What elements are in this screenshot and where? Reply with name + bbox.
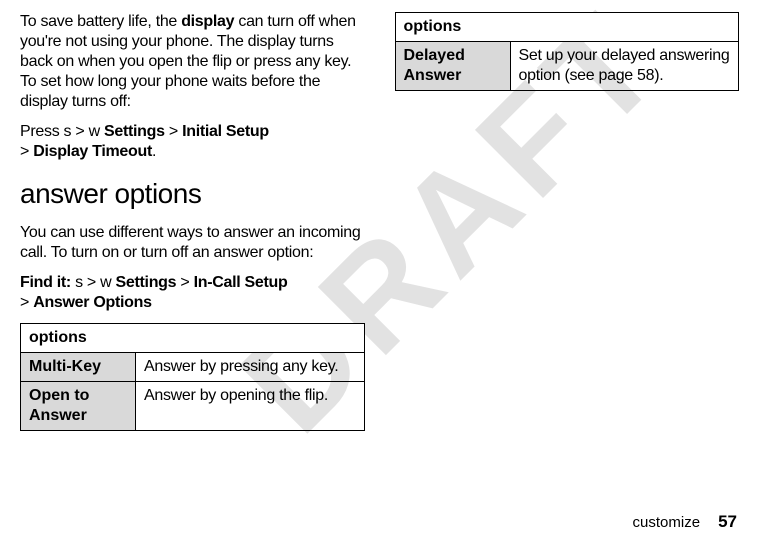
find-it-label: Find it: [20, 274, 75, 291]
find-it-line: Find it: s > w Settings > In-Call Setup … [20, 273, 365, 313]
center-key-icon: s [75, 274, 83, 291]
text-span: Press [20, 123, 64, 140]
text-span: > [20, 294, 33, 311]
option-name-open: Open to Answer [21, 382, 136, 431]
display-timeout-label: Display Timeout [33, 143, 152, 160]
right-column: options Delayed Answer Set up your delay… [395, 12, 740, 431]
text-span: > [83, 274, 100, 291]
options-table-right: options Delayed Answer Set up your delay… [395, 12, 740, 91]
text-span: > [176, 274, 193, 291]
table-row: Open to Answer Answer by opening the fli… [21, 382, 365, 431]
options-header: options [21, 324, 365, 353]
options-header: options [395, 13, 739, 42]
page-content: To save battery life, the display can tu… [0, 0, 759, 431]
incall-setup-label: In-Call Setup [194, 274, 288, 291]
option-desc: Answer by pressing any key. [136, 353, 365, 382]
answer-options-label: Answer Options [33, 294, 151, 311]
options-table-left: options Multi-Key Answer by pressing any… [20, 323, 365, 431]
table-row: Multi-Key Answer by pressing any key. [21, 353, 365, 382]
page-footer: customize 57 [633, 512, 737, 532]
left-column: To save battery life, the display can tu… [20, 12, 365, 431]
press-line: Press s > w Settings > Initial Setup > D… [20, 122, 365, 162]
option-desc: Set up your delayed answering option (se… [510, 42, 739, 91]
text-span: To save battery life, the [20, 13, 181, 30]
option-desc: Answer by opening the flip. [136, 382, 365, 431]
option-name-delayed: Delayed Answer [395, 42, 510, 91]
footer-section-label: customize [633, 514, 701, 531]
text-span: > [71, 123, 88, 140]
settings-icon: w [100, 274, 111, 291]
option-name-multikey: Multi-Key [21, 353, 136, 382]
answer-options-heading: answer options [20, 176, 365, 211]
text-span: > [20, 143, 33, 160]
answer-paragraph: You can use different ways to answer an … [20, 223, 365, 263]
settings-label: Settings [111, 274, 176, 291]
display-paragraph: To save battery life, the display can tu… [20, 12, 365, 112]
settings-icon: w [89, 123, 100, 140]
page-number: 57 [718, 512, 737, 531]
text-span: . [152, 143, 156, 160]
settings-label: Settings [100, 123, 165, 140]
table-row: Delayed Answer Set up your delayed answe… [395, 42, 739, 91]
initial-setup-label: Initial Setup [182, 123, 269, 140]
text-span: > [165, 123, 182, 140]
display-bold: display [181, 13, 234, 30]
